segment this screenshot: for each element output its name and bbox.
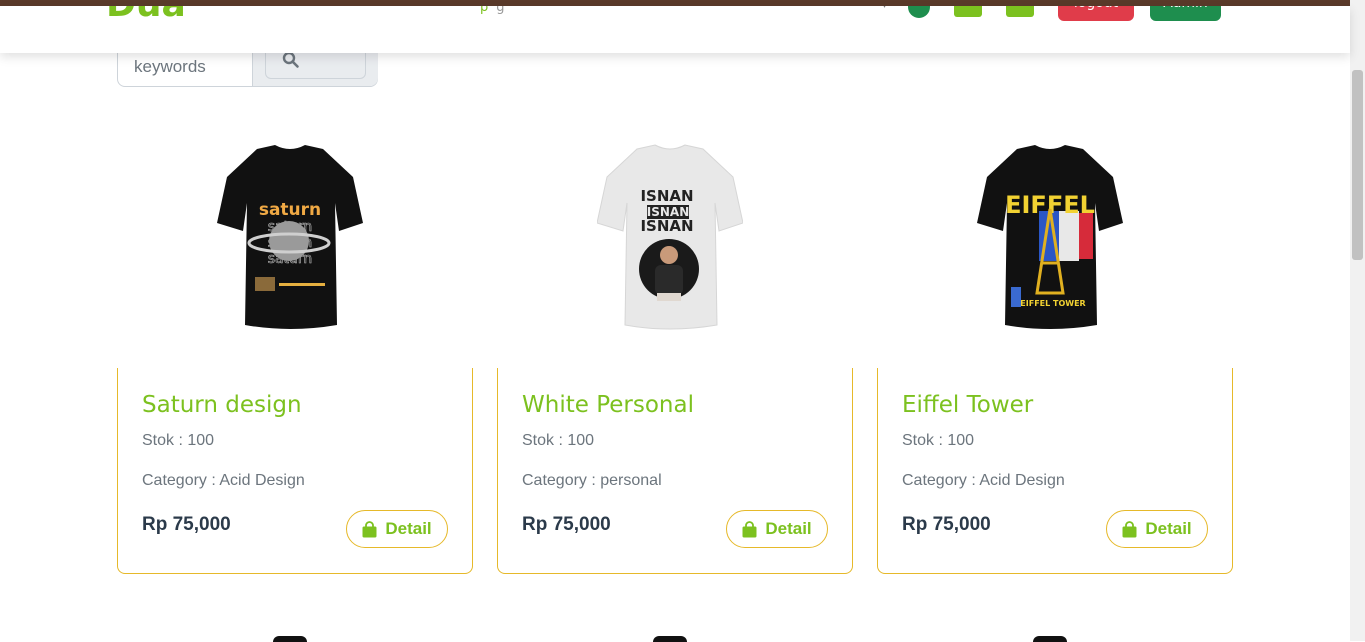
product-card: ISNAN ISNAN ISNAN White Personal Stok : … — [497, 140, 853, 574]
nav-links: pg — [480, 6, 513, 15]
product-title[interactable]: Eiffel Tower — [902, 392, 1033, 418]
product-stock: Stok : 100 — [522, 432, 595, 449]
product-price: Rp 75,000 — [902, 514, 991, 535]
shopping-bag-icon — [1122, 520, 1137, 537]
logout-button[interactable]: logout — [1058, 6, 1134, 21]
orders-button[interactable] — [1006, 6, 1034, 17]
chevron-down-icon[interactable]: ▾ — [882, 6, 892, 11]
next-product-image-peek — [653, 636, 687, 642]
detail-button[interactable]: Detail — [1106, 510, 1208, 548]
product-card: EIFFEL EIFFEL TOWER Eiffel Tower Stok : … — [877, 140, 1233, 574]
detail-button[interactable]: Detail — [726, 510, 828, 548]
tshirt-image: EIFFEL EIFFEL TOWER — [977, 145, 1123, 329]
admin-button[interactable]: Admin — [1150, 6, 1221, 21]
nav-link[interactable]: g — [496, 6, 504, 15]
svg-text:ISNAN: ISNAN — [640, 217, 693, 235]
product-category: Category : Acid Design — [902, 472, 1065, 489]
svg-text:EIFFEL TOWER: EIFFEL TOWER — [1020, 299, 1085, 308]
cart-button[interactable] — [954, 6, 982, 17]
product-image: ISNAN ISNAN ISNAN — [497, 140, 853, 368]
product-stock: Stok : 100 — [902, 432, 975, 449]
product-card-body: Saturn design Stok : 100 Category : Acid… — [117, 368, 473, 574]
product-price: Rp 75,000 — [142, 514, 231, 535]
product-stock: Stok : 100 — [142, 432, 215, 449]
vertical-scrollbar[interactable] — [1350, 0, 1365, 641]
navbar: Dua pg ▾ logout Admin — [0, 6, 1350, 53]
brand-logo[interactable]: Dua — [106, 6, 186, 25]
product-category: Category : personal — [522, 472, 662, 489]
product-category: Category : Acid Design — [142, 472, 305, 489]
product-card-body: White Personal Stok : 100 Category : per… — [497, 368, 853, 574]
shopping-bag-icon — [742, 520, 757, 537]
shirt-print-text: ISNAN — [640, 187, 693, 205]
next-product-image-peek — [273, 636, 307, 642]
scrollbar-thumb[interactable] — [1352, 70, 1363, 260]
product-title[interactable]: Saturn design — [142, 392, 302, 418]
product-price: Rp 75,000 — [522, 514, 611, 535]
user-avatar-icon[interactable] — [908, 6, 930, 18]
tshirt-image: ISNAN ISNAN ISNAN — [597, 144, 743, 330]
product-image: saturn saturn saturn saturn — [117, 140, 473, 368]
tshirt-image: saturn saturn saturn saturn — [217, 145, 363, 329]
detail-button-label: Detail — [1145, 519, 1192, 538]
next-product-image-peek — [1033, 636, 1067, 642]
shirt-print-text: saturn — [259, 200, 321, 220]
nav-link[interactable]: p — [480, 6, 488, 15]
detail-button-label: Detail — [385, 519, 432, 538]
shopping-bag-icon — [362, 520, 377, 537]
product-card-body: Eiffel Tower Stok : 100 Category : Acid … — [877, 368, 1233, 574]
product-card: saturn saturn saturn saturn Saturn desig… — [117, 140, 473, 574]
product-title[interactable]: White Personal — [522, 392, 694, 418]
search-icon — [282, 51, 299, 68]
detail-button-label: Detail — [765, 519, 812, 538]
detail-button[interactable]: Detail — [346, 510, 448, 548]
product-image: EIFFEL EIFFEL TOWER — [877, 140, 1233, 368]
